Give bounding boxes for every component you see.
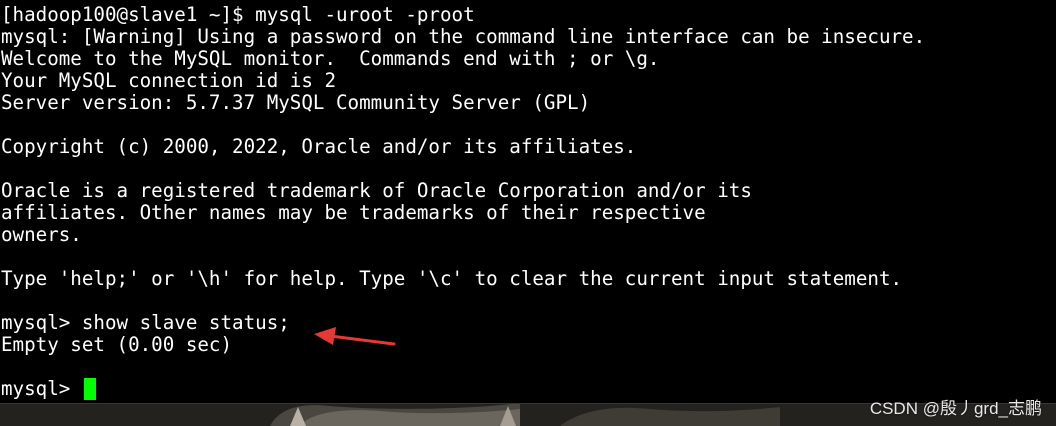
terminal-window[interactable]: [hadoop100@slave1 ~]$ mysql -uroot -proo… (0, 0, 1056, 403)
terminal-line: Server version: 5.7.37 MySQL Community S… (1, 91, 591, 114)
terminal-line: Copyright (c) 2000, 2022, Oracle and/or … (1, 135, 637, 158)
terminal-command-line: mysql> show slave status; (1, 311, 290, 334)
terminal-line: affiliates. Other names may be trademark… (1, 201, 706, 224)
terminal-prompt[interactable]: mysql> (1, 378, 82, 400)
terminal-output-line: Empty set (0.00 sec) (1, 333, 233, 356)
terminal-line: Type 'help;' or '\h' for help. Type '\c'… (1, 267, 903, 290)
terminal-line: [hadoop100@slave1 ~]$ mysql -uroot -proo… (1, 3, 475, 26)
terminal-line: owners. (1, 223, 82, 246)
terminal-line: mysql: [Warning] Using a password on the… (1, 25, 926, 48)
terminal-line: Welcome to the MySQL monitor. Commands e… (1, 47, 660, 70)
terminal-line: Oracle is a registered trademark of Orac… (1, 179, 752, 202)
csdn-watermark: CSDN @殷丿grd_志鹏 (869, 399, 1042, 418)
terminal-cursor (84, 378, 96, 400)
terminal-line: Your MySQL connection id is 2 (1, 69, 337, 92)
